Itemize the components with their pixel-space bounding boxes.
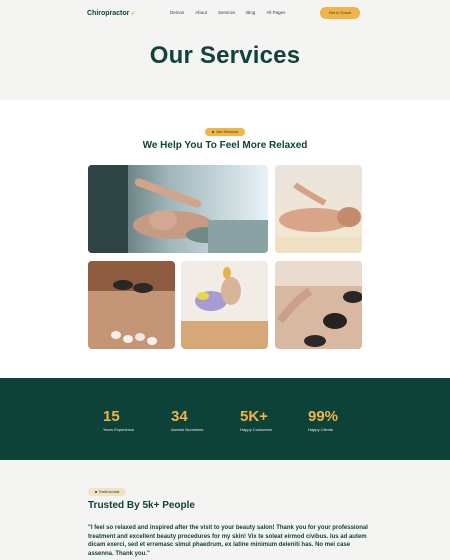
stat-label: Happy Customers — [240, 427, 273, 432]
back-massage-photo — [275, 165, 362, 253]
stat-value: 15 — [103, 408, 120, 425]
stat-value: 34 — [171, 408, 188, 425]
services-badge: Our Services — [205, 128, 245, 136]
stat-label: Happy Clients — [308, 427, 333, 432]
oil-massage-photo — [181, 261, 268, 349]
massage-photo — [88, 165, 268, 253]
nav-item-blog[interactable]: Blog — [246, 10, 255, 15]
testimonials-badge-label: Testimonials — [98, 490, 120, 494]
stat-value: 99% — [308, 408, 339, 425]
testimonials-title: Trusted By 5k+ People — [88, 500, 195, 511]
section-title: We Help You To Feel More Relaxed — [142, 140, 308, 151]
stat-awards: 34 Awards Nominees — [171, 408, 203, 432]
dot-icon — [94, 491, 97, 493]
nav-item-demos[interactable]: Demos — [170, 10, 184, 15]
stat-label: Years Experience — [103, 427, 135, 432]
main-nav: Demos About Services Blog All Pages — [170, 10, 285, 15]
hot-stones-photo — [88, 261, 175, 349]
leaf-icon: ➶ — [130, 10, 137, 17]
stat-clients: 99% Happy Clients — [308, 408, 338, 432]
stats-band: 15 Years Experience 34 Awards Nominees 5… — [0, 378, 450, 460]
stat-years: 15 Years Experience — [103, 408, 134, 432]
stat-value: 5K+ — [240, 408, 268, 425]
nav-item-all-pages[interactable]: All Pages — [266, 10, 285, 15]
nav-item-services[interactable]: Services — [218, 10, 235, 15]
page-header: Chiropractor➶ Demos About Services Blog … — [0, 0, 450, 100]
logo-text: Chiropractor — [87, 10, 130, 17]
logo[interactable]: Chiropractor➶ — [87, 9, 136, 17]
stat-customers: 5K+ Happy Customers — [240, 408, 272, 432]
stones-back-photo — [275, 261, 362, 349]
nav-item-about[interactable]: About — [195, 10, 207, 15]
testimonials-badge: Testimonials — [88, 488, 126, 496]
testimonial-quote: "I feel so relaxed and inspired after th… — [88, 525, 368, 557]
page-title: Our Services — [149, 42, 301, 69]
dot-icon — [212, 131, 215, 133]
services-badge-label: Our Services — [216, 130, 238, 134]
stat-label: Awards Nominees — [171, 427, 204, 432]
services-section: Our Services We Help You To Feel More Re… — [0, 100, 450, 378]
get-in-touch-button[interactable]: Get in Touch — [320, 7, 360, 19]
testimonials-section: Testimonials Trusted By 5k+ People "I fe… — [0, 460, 450, 560]
